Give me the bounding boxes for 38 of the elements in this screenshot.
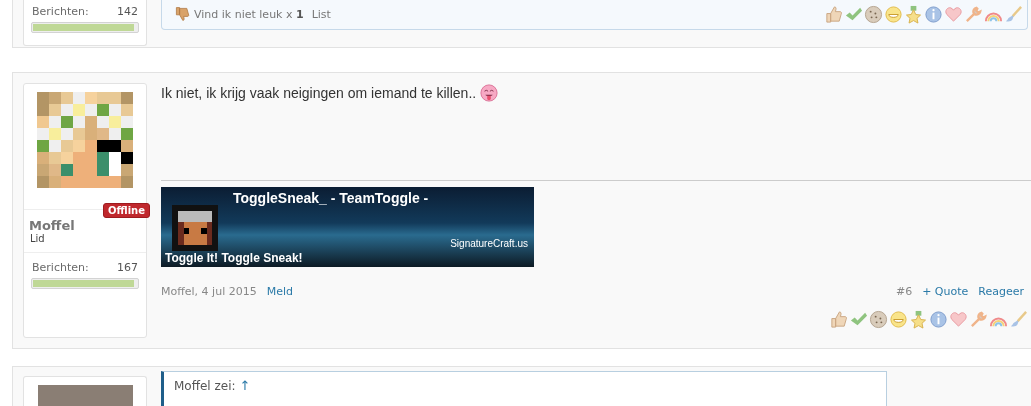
info-icon[interactable] [929,310,948,329]
heart-icon[interactable] [949,310,968,329]
stat-label: Berichten: [32,261,89,274]
cookie-icon[interactable] [869,310,888,329]
status-badge: Offline [103,203,150,218]
grinning-face-icon[interactable] [884,4,903,24]
grinning-face-icon[interactable] [889,310,908,329]
thumbs-up-icon[interactable] [829,310,848,329]
pixel-character-icon [172,205,218,251]
post-author-date: Moffel, 4 jul 2015 [161,285,257,298]
star-medal-icon[interactable] [909,310,928,329]
paintbrush-icon[interactable] [1009,310,1028,329]
post-number[interactable]: #6 [895,285,913,298]
user-role: Lid [29,233,46,246]
wrench-icon[interactable] [969,310,988,329]
stat-label: Berichten: [32,5,89,18]
star-medal-icon[interactable] [904,4,923,24]
thumbs-up-icon[interactable] [824,4,843,24]
report-link[interactable]: Meld [266,285,293,298]
tongue-face-icon [480,84,499,102]
heart-icon[interactable] [944,4,963,24]
paintbrush-icon[interactable] [1004,4,1023,24]
jump-to-quote-link[interactable]: ↑ [239,378,251,393]
signature-title: ToggleSneak_ - TeamToggle - [233,190,429,206]
thumbs-down-icon [174,6,190,22]
signature-tagline: Toggle It! Toggle Sneak! [165,251,303,265]
message-text: Ik niet, ik krijg vaak neigingen om iemand te killen.. [161,85,477,101]
list-link[interactable]: List [311,7,331,21]
stat-value: 167 [117,261,138,274]
likes-summary: Vind ik niet leuk x 1 [194,7,304,21]
signature-site: SignatureCraft.us [450,238,528,249]
stat-value: 142 [117,5,138,18]
info-icon[interactable] [924,4,943,24]
cookie-icon[interactable] [864,4,883,24]
reply-link[interactable]: Reageer [978,285,1024,298]
quote-author: Moffel zei: [174,379,236,393]
wrench-icon[interactable] [964,4,983,24]
quote-link[interactable]: + Quote [922,285,969,298]
